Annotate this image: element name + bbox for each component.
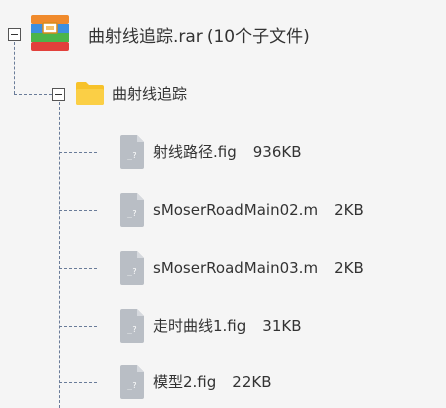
- collapse-root-toggle[interactable]: [8, 28, 21, 41]
- unknown-file-icon: _?: [119, 134, 145, 170]
- tree-line-root-vertical: [14, 42, 15, 94]
- unknown-file-icon: _?: [119, 250, 145, 286]
- tree-line-folder-vertical: [59, 102, 60, 408]
- collapse-folder-toggle[interactable]: [52, 88, 65, 101]
- archive-file-count: (10个子文件): [206, 27, 310, 47]
- file-size: 936KB: [252, 143, 302, 161]
- file-name: 走时曲线1.fig: [153, 317, 247, 335]
- file-size: 2KB: [334, 259, 364, 277]
- svg-text:_?: _?: [127, 325, 137, 334]
- rar-archive-icon: [30, 14, 70, 52]
- list-item[interactable]: sMoserRoadMain03.m 2KB: [153, 258, 364, 278]
- tree-line-root-to-folder: [14, 94, 52, 95]
- file-name: 射线路径.fig: [153, 143, 237, 161]
- file-size: 22KB: [232, 373, 272, 391]
- archive-title: 曲射线追踪.rar (10个子文件): [88, 26, 310, 48]
- unknown-file-icon: _?: [119, 192, 145, 228]
- unknown-file-icon: _?: [119, 364, 145, 400]
- file-name: sMoserRoadMain03.m: [153, 259, 319, 277]
- tree-line-file: [59, 382, 97, 383]
- file-size: 2KB: [334, 201, 364, 219]
- tree-line-file: [59, 326, 97, 327]
- folder-name[interactable]: 曲射线追踪: [112, 84, 187, 104]
- svg-text:_?: _?: [127, 209, 137, 218]
- list-item[interactable]: 走时曲线1.fig 31KB: [153, 316, 302, 336]
- folder-icon: [75, 80, 105, 106]
- archive-name: 曲射线追踪.rar: [88, 27, 203, 47]
- tree-line-file: [59, 210, 97, 211]
- list-item[interactable]: sMoserRoadMain02.m 2KB: [153, 200, 364, 220]
- file-name: sMoserRoadMain02.m: [153, 201, 319, 219]
- svg-text:_?: _?: [127, 381, 137, 390]
- svg-text:_?: _?: [127, 267, 137, 276]
- list-item[interactable]: 射线路径.fig 936KB: [153, 142, 302, 162]
- unknown-file-icon: _?: [119, 308, 145, 344]
- file-size: 31KB: [262, 317, 302, 335]
- svg-text:_?: _?: [127, 151, 137, 160]
- file-name: 模型2.fig: [153, 373, 217, 391]
- list-item[interactable]: 模型2.fig 22KB: [153, 372, 272, 392]
- tree-line-file: [59, 268, 97, 269]
- tree-line-file: [59, 152, 97, 153]
